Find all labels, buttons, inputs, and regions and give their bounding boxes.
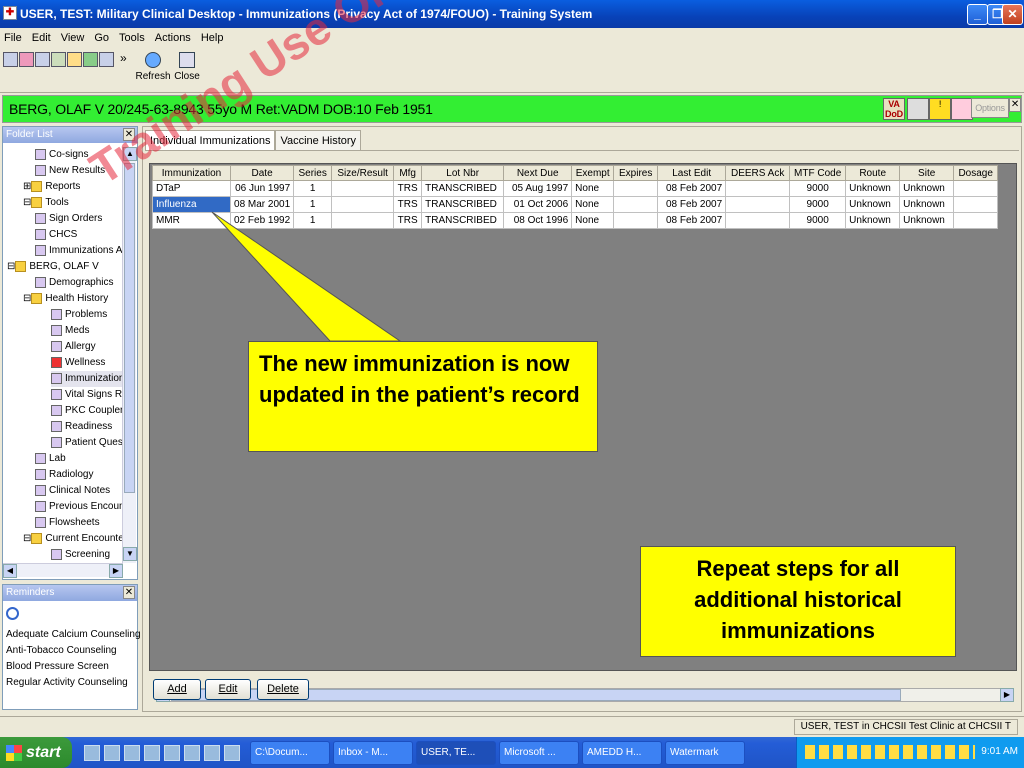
system-tray: 9:01 AM <box>796 737 1024 768</box>
quicklaunch-ie-icon[interactable] <box>184 744 200 761</box>
quicklaunch-explorer-icon[interactable] <box>144 744 160 761</box>
start-button[interactable]: start <box>0 737 72 768</box>
status-user-location: USER, TEST in CHCSII Test Clinic at CHCS… <box>793 719 1018 735</box>
status-bar: USER, TEST in CHCSII Test Clinic at CHCS… <box>0 716 1024 736</box>
callout-repeat: Repeat steps for all additional historic… <box>640 546 956 657</box>
windows-logo-icon <box>6 744 22 761</box>
quicklaunch-outlook-icon[interactable] <box>124 744 140 761</box>
quicklaunch-folder-icon[interactable] <box>164 744 180 761</box>
clock: 9:01 AM <box>981 746 1018 757</box>
task-explorer[interactable]: C:\Docum... <box>250 740 330 765</box>
task-microsoft[interactable]: Microsoft ... <box>499 740 579 765</box>
callout-updated: The new immunization is now updated in t… <box>248 341 598 452</box>
tray-icons[interactable] <box>805 745 975 759</box>
task-user-test[interactable]: USER, TE... <box>416 740 496 765</box>
quicklaunch-excel-icon[interactable] <box>104 744 120 761</box>
taskbar: start C:\Docum... Inbox - M... USER, TE.… <box>0 737 1024 768</box>
task-amedd[interactable]: AMEDD H... <box>582 740 662 765</box>
quicklaunch-app-icon[interactable] <box>224 744 240 761</box>
task-inbox[interactable]: Inbox - M... <box>333 740 413 765</box>
task-watermark[interactable]: Watermark <box>665 740 745 765</box>
quicklaunch-word-icon[interactable] <box>84 744 100 761</box>
quicklaunch-ppt-icon[interactable] <box>204 744 220 761</box>
